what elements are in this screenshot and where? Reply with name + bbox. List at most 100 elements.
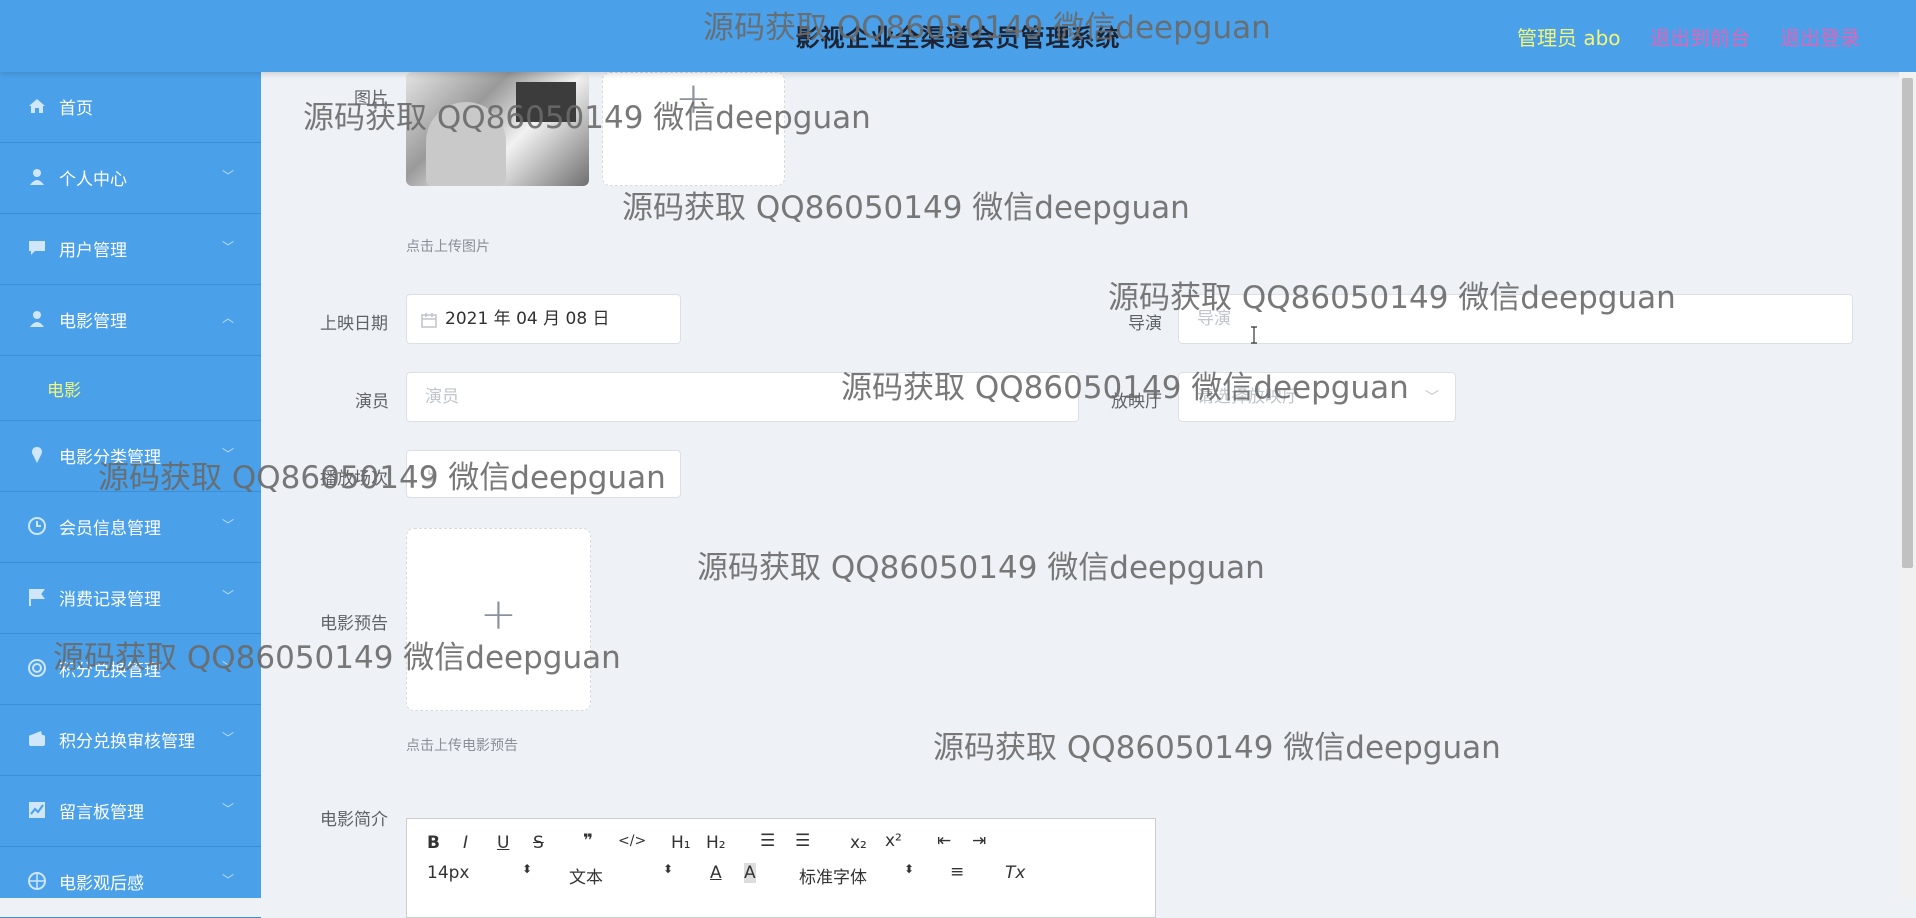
code-icon[interactable]: </> [618,833,646,849]
bullet-list-icon[interactable]: ☰ [795,831,810,851]
director-placeholder: 导演 [1197,309,1231,329]
select-arrows-icon: ⬍ [522,862,533,876]
top-header: 影视企业全渠道会员管理系统 管理员 abo 退出到前台 退出登录 [0,0,1916,72]
chart-icon [29,802,45,818]
clear-format-icon[interactable]: Tx [1005,863,1025,883]
wallet-icon [29,731,45,746]
chevron-down-icon: ﹀ [222,518,235,532]
chevron-down-icon: ﹀ [222,447,235,461]
target-icon [28,659,46,677]
chevron-up-icon: ︿ [222,311,235,325]
showtime-label: 播放场次 [320,469,388,489]
compass-icon [28,872,46,890]
home-icon [29,99,45,113]
sidebar-item-home[interactable]: 首页 [0,72,261,143]
sidebar-item-label: 电影 [47,381,81,401]
sidebar-item-label: 个人中心 [59,170,127,190]
trailer-label: 电影预告 [320,614,388,634]
release-date-label: 上映日期 [320,314,388,334]
chevron-down-icon: ﹀ [222,240,235,254]
back-to-front-link[interactable]: 退出到前台 [1650,22,1750,51]
admin-label: 管理员 abo [1517,26,1621,50]
chevron-down-icon: ﹀ [222,660,235,674]
sidebar-item-exchange-review[interactable]: 积分兑换审核管理 ﹀ [0,705,261,776]
font-size-select[interactable]: 14px [427,863,469,883]
page-scrollbar[interactable] [1899,72,1916,898]
showtime-input[interactable] [406,450,681,498]
actor-label: 演员 [355,392,389,412]
actor-input[interactable]: 演员 [406,372,1079,422]
sidebar-item-label: 积分兑换管理 [59,661,161,681]
superscript-icon[interactable]: x² [885,831,902,851]
bold-icon[interactable]: B [427,833,440,853]
trailer-upload-hint: 点击上传电影预告 [406,738,518,754]
sidebar-item-label: 会员信息管理 [59,519,161,539]
sidebar-item-label: 首页 [59,99,93,119]
scrollbar-thumb[interactable] [1902,78,1913,568]
indent-icon[interactable]: ⇥ [972,831,986,851]
ordered-list-icon[interactable]: ☰ [760,831,775,851]
chat-icon [29,241,45,255]
sidebar-item-message-board[interactable]: 留言板管理 ﹀ [0,776,261,847]
image-upload-hint: 点击上传图片 [406,239,490,255]
clock-icon [28,517,46,535]
flag-icon [29,589,45,606]
hall-select[interactable]: 请选择放映厅 ﹀ [1178,372,1456,422]
hall-label: 放映厅 [1111,392,1162,412]
release-date-input[interactable]: 2021 年 04 月 08 日 [406,294,681,344]
italic-icon[interactable]: I [463,833,468,853]
sidebar-item-users[interactable]: 用户管理 ﹀ [0,214,261,285]
user-icon [30,169,44,185]
select-arrows-icon: ⬍ [904,862,915,876]
chevron-down-icon: ﹀ [222,169,235,183]
sidebar-item-label: 电影管理 [59,312,127,332]
strikethrough-icon[interactable]: S [533,833,544,853]
sidebar-item-label: 消费记录管理 [59,590,161,610]
select-arrows-icon: ⬍ [663,862,674,876]
underline-icon[interactable]: U [497,833,509,853]
calendar-icon [421,313,437,328]
sidebar: 首页 个人中心 ﹀ 用户管理 ﹀ 电影管理 ︿ 电影 电影分类管理 ﹀ 会员信息… [0,72,261,918]
logout-link[interactable]: 退出登录 [1780,22,1860,51]
clock-icon [421,466,437,482]
sidebar-item-movie-category[interactable]: 电影分类管理 ﹀ [0,421,261,492]
sidebar-subitem-movie[interactable]: 电影 [0,356,261,421]
chevron-down-icon: ﹀ [222,873,235,887]
sidebar-item-label: 电影观后感 [59,874,144,894]
sidebar-item-profile[interactable]: 个人中心 ﹀ [0,143,261,214]
text-cursor-icon [1251,326,1257,344]
pin-icon [32,447,42,463]
director-input[interactable]: 导演 [1178,294,1853,344]
background-color-icon[interactable]: A [744,863,756,883]
sidebar-item-member-info[interactable]: 会员信息管理 ﹀ [0,492,261,563]
sidebar-item-consumption[interactable]: 消费记录管理 ﹀ [0,563,261,634]
font-family-select[interactable]: 标准字体 [799,863,867,888]
sidebar-item-label: 电影分类管理 [59,448,161,468]
heading1-icon[interactable]: H₁ [671,833,691,853]
chevron-down-icon: ﹀ [222,802,235,816]
sidebar-item-label: 用户管理 [59,241,127,261]
chevron-down-icon: ﹀ [222,731,235,745]
rich-text-editor[interactable]: B I U S ❞ </> H₁ H₂ ☰ ☰ x₂ x² ⇤ ⇥ 14px ⬍… [406,818,1156,918]
sidebar-item-movies[interactable]: 电影管理 ︿ [0,285,261,356]
plus-icon: + [675,73,712,124]
chevron-down-icon: ﹀ [222,589,235,603]
outdent-icon[interactable]: ⇤ [937,831,951,851]
release-date-value: 2021 年 04 月 08 日 [445,309,610,329]
plus-icon: + [480,589,517,640]
image-label: 图片 [354,89,388,109]
image-upload-button[interactable]: + [602,72,785,186]
actor-placeholder: 演员 [425,387,459,407]
text-type-select[interactable]: 文本 [569,863,603,888]
align-icon[interactable]: ≡ [950,862,964,882]
subscript-icon[interactable]: x₂ [850,833,867,853]
intro-label: 电影简介 [320,810,388,830]
movie-image-thumbnail[interactable] [406,72,589,186]
sidebar-item-points-exchange[interactable]: 积分兑换管理 ﹀ [0,634,261,705]
trailer-upload-button[interactable]: + [406,528,591,711]
user-icon [30,311,44,327]
quote-icon[interactable]: ❞ [583,831,593,851]
font-color-icon[interactable]: A [710,863,722,883]
heading2-icon[interactable]: H₂ [706,833,726,853]
sidebar-item-reviews[interactable]: 电影观后感 ﹀ [0,847,261,918]
